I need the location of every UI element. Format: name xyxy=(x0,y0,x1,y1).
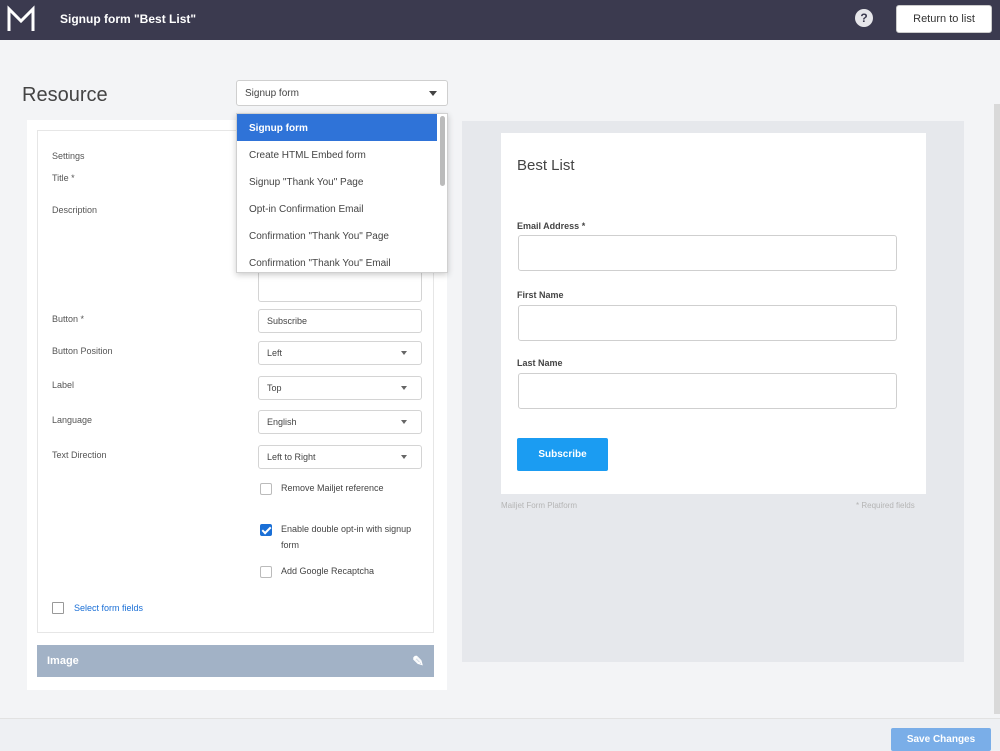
button-position-select[interactable]: Left xyxy=(258,341,422,365)
page-scrollbar[interactable] xyxy=(994,104,1000,714)
label-position-select[interactable]: Top xyxy=(258,376,422,400)
resource-select[interactable]: Signup form xyxy=(236,80,448,106)
double-optin-checkbox[interactable] xyxy=(260,524,272,536)
top-bar: Signup form "Best List" ? Return to list xyxy=(0,0,1000,40)
text-direction-label: Text Direction xyxy=(52,450,107,460)
double-optin-label: Enable double opt-in with signup form xyxy=(281,524,412,550)
language-value: English xyxy=(267,417,297,427)
button-text-label: Button * xyxy=(52,314,85,324)
required-fields-note: * Required fields xyxy=(856,501,915,510)
page-title: Signup form "Best List" xyxy=(60,12,197,26)
preview-footer-brand: Mailjet Form Platform xyxy=(501,501,578,510)
dropdown-item-html-embed[interactable]: Create HTML Embed form xyxy=(237,141,437,168)
recaptcha-checkbox[interactable] xyxy=(260,566,272,578)
image-section-label: Image xyxy=(47,655,79,667)
save-changes-button[interactable]: Save Changes xyxy=(891,728,991,751)
description-textarea[interactable] xyxy=(258,268,422,302)
help-icon[interactable]: ? xyxy=(855,9,873,27)
remove-mailjet-label: Remove Mailjet reference xyxy=(281,483,384,493)
dropdown-item-signup-form[interactable]: Signup form xyxy=(237,114,437,141)
chevron-down-icon xyxy=(401,420,407,424)
select-form-fields-link[interactable]: Select form fields xyxy=(74,603,143,613)
dropdown-item-optin-email[interactable]: Opt-in Confirmation Email xyxy=(237,195,437,222)
edit-fields-icon[interactable] xyxy=(52,602,64,614)
label-position-label: Label xyxy=(52,380,75,390)
subscribe-button[interactable]: Subscribe xyxy=(517,438,608,471)
title-label: Title * xyxy=(52,173,75,183)
button-position-label: Button Position xyxy=(52,346,113,356)
dropdown-item-confirmation-email[interactable]: Confirmation "Thank You" Email xyxy=(237,249,437,272)
preview-title: Best List xyxy=(517,157,575,174)
button-text-input[interactable]: Subscribe xyxy=(258,309,422,333)
image-section-bar[interactable]: Image ✎ xyxy=(37,645,434,677)
remove-mailjet-checkbox[interactable] xyxy=(260,483,272,495)
settings-heading: Settings xyxy=(52,151,85,161)
button-position-value: Left xyxy=(267,348,283,358)
resource-label: Resource xyxy=(22,84,108,106)
first-name-input[interactable] xyxy=(518,305,897,341)
text-direction-value: Left to Right xyxy=(267,452,316,462)
bottom-bar xyxy=(0,718,1000,751)
resource-select-value: Signup form xyxy=(245,88,299,99)
recaptcha-label: Add Google Recaptcha xyxy=(281,566,375,576)
chevron-down-icon xyxy=(401,351,407,355)
mailjet-logo-icon[interactable] xyxy=(6,5,36,35)
return-to-list-button[interactable]: Return to list xyxy=(896,5,992,33)
caret-down-icon xyxy=(429,91,437,96)
last-name-label: Last Name xyxy=(517,358,563,368)
label-position-value: Top xyxy=(267,383,282,393)
dropdown-scrollbar[interactable] xyxy=(440,116,445,186)
dropdown-item-signup-thank-you[interactable]: Signup "Thank You" Page xyxy=(237,168,437,195)
language-label: Language xyxy=(52,415,93,425)
email-input[interactable] xyxy=(518,235,897,271)
pencil-icon[interactable]: ✎ xyxy=(412,653,424,670)
last-name-input[interactable] xyxy=(518,373,897,409)
email-label: Email Address * xyxy=(517,221,586,231)
description-label: Description xyxy=(52,205,98,215)
language-select[interactable]: English xyxy=(258,410,422,434)
resource-dropdown: Signup form Create HTML Embed form Signu… xyxy=(236,113,448,273)
dropdown-item-confirmation-page[interactable]: Confirmation "Thank You" Page xyxy=(237,222,437,249)
chevron-down-icon xyxy=(401,455,407,459)
chevron-down-icon xyxy=(401,386,407,390)
text-direction-select[interactable]: Left to Right xyxy=(258,445,422,469)
first-name-label: First Name xyxy=(517,290,564,300)
